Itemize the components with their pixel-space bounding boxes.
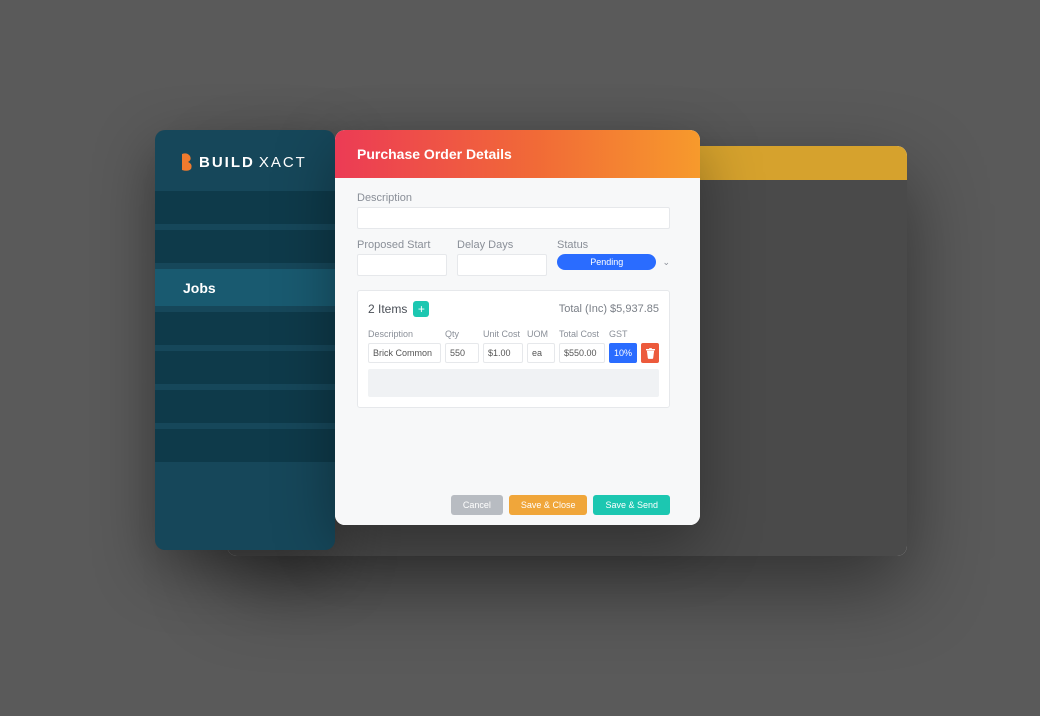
item-row-empty bbox=[368, 369, 659, 397]
item-unit-cost-input[interactable]: $1.00 bbox=[483, 343, 523, 363]
modal-body: Description Proposed Start Delay Days St… bbox=[335, 178, 700, 525]
brand-thin: XACT bbox=[259, 154, 307, 171]
chevron-down-icon[interactable]: ⌄ bbox=[662, 257, 670, 268]
status-select[interactable]: Pending bbox=[557, 254, 656, 270]
modal-actions: Cancel Save & Close Save & Send bbox=[357, 481, 670, 515]
save-close-button[interactable]: Save & Close bbox=[509, 495, 588, 515]
cancel-button[interactable]: Cancel bbox=[451, 495, 503, 515]
delete-item-button[interactable] bbox=[641, 343, 659, 363]
delay-days-label: Delay Days bbox=[457, 239, 547, 251]
sidebar-item[interactable] bbox=[155, 190, 335, 224]
sidebar: BUILDXACT Jobs bbox=[155, 130, 335, 550]
item-description-input[interactable]: Brick Common bbox=[368, 343, 441, 363]
item-total-cost-input[interactable]: $550.00 bbox=[559, 343, 605, 363]
add-item-button[interactable]: + bbox=[413, 301, 429, 317]
col-gst: GST bbox=[609, 329, 637, 339]
item-uom-input[interactable]: ea bbox=[527, 343, 555, 363]
brand-bold: BUILD bbox=[199, 154, 255, 171]
sidebar-item[interactable] bbox=[155, 229, 335, 263]
proposed-start-label: Proposed Start bbox=[357, 239, 447, 251]
description-label: Description bbox=[357, 192, 670, 204]
sidebar-item[interactable] bbox=[155, 350, 335, 384]
col-qty: Qty bbox=[445, 329, 479, 339]
modal-header: Purchase Order Details bbox=[335, 130, 700, 178]
delay-days-input[interactable] bbox=[457, 254, 547, 276]
col-description: Description bbox=[368, 329, 441, 339]
sidebar-list: Jobs bbox=[155, 190, 335, 462]
proposed-start-input[interactable] bbox=[357, 254, 447, 276]
status-value: Pending bbox=[590, 257, 623, 267]
sidebar-item[interactable] bbox=[155, 428, 335, 462]
col-unit-cost: Unit Cost bbox=[483, 329, 523, 339]
sidebar-item[interactable] bbox=[155, 389, 335, 423]
brand-logo: BUILDXACT bbox=[155, 130, 335, 190]
item-gst-select[interactable]: 10% bbox=[609, 343, 637, 363]
logo-b-icon bbox=[179, 152, 195, 172]
item-qty-input[interactable]: 550 bbox=[445, 343, 479, 363]
status-label: Status bbox=[557, 239, 670, 251]
sidebar-item-jobs[interactable]: Jobs bbox=[155, 268, 335, 306]
purchase-order-modal: Purchase Order Details Description Propo… bbox=[335, 130, 700, 525]
description-input[interactable] bbox=[357, 207, 670, 229]
col-uom: UOM bbox=[527, 329, 555, 339]
sidebar-item[interactable] bbox=[155, 311, 335, 345]
items-count: 2 Items bbox=[368, 302, 407, 316]
col-total-cost: Total Cost bbox=[559, 329, 605, 339]
save-send-button[interactable]: Save & Send bbox=[593, 495, 670, 515]
modal-title: Purchase Order Details bbox=[357, 146, 512, 162]
item-row: Brick Common 550 $1.00 ea $550.00 10% bbox=[368, 343, 659, 363]
items-total: Total (Inc) $5,937.85 bbox=[559, 303, 659, 315]
items-card: 2 Items + Total (Inc) $5,937.85 Descript… bbox=[357, 290, 670, 408]
sidebar-item-label: Jobs bbox=[183, 280, 216, 296]
trash-icon bbox=[646, 348, 655, 359]
